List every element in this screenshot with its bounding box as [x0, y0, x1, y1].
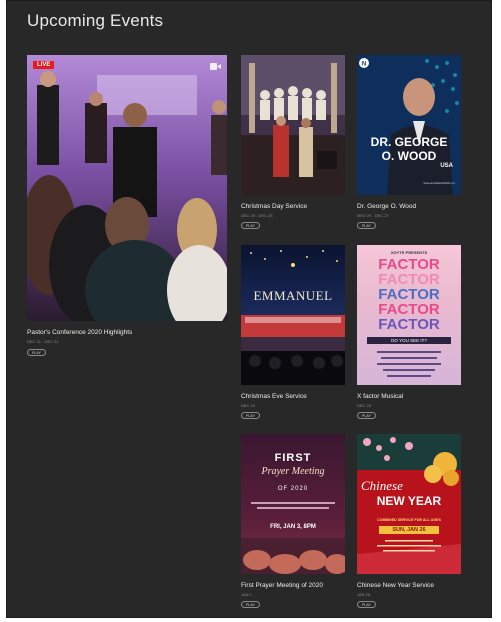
page-title: Upcoming Events	[27, 11, 164, 30]
poster-factor-2: FACTOR	[378, 271, 440, 288]
poster-name-line1: DR. GEORGE	[370, 135, 448, 149]
event-title[interactable]: Pastor's Conference 2020 Highlights	[27, 329, 132, 336]
event-date: DEC 21 - DEC 21	[27, 339, 59, 344]
event-thumbnail[interactable]: XOYTE PRESENTS FACTOR FACTOR FACTOR FACT…	[357, 245, 461, 385]
event-thumbnail[interactable]: EMMANUEL	[241, 245, 345, 385]
event-date: DEC 25 - DEC 25	[241, 213, 273, 218]
poster-factor-3: FACTOR	[378, 286, 440, 303]
play-button[interactable]: PLAY	[241, 601, 260, 608]
event-card-christmas-day[interactable]: Christmas Day Service DEC 25 - DEC 25 PL…	[241, 55, 345, 235]
event-card-christmas-eve[interactable]: EMMANUEL Christmas Eve Service DEC 24 PL…	[241, 245, 345, 425]
poster-header: XOYTE PRESENTS	[390, 250, 428, 255]
poster-url: www.anthekhe2020.xyz	[423, 181, 455, 185]
play-button[interactable]: PLAY	[357, 412, 376, 419]
play-button[interactable]: PLAY	[27, 349, 46, 356]
play-button[interactable]: PLAY	[241, 412, 260, 419]
svg-text:N: N	[362, 62, 366, 68]
event-card-chinese-new-year[interactable]: Chinese NEW YEAR COMBINED SERVICE FOR AL…	[357, 434, 461, 614]
event-title[interactable]: X factor Musical	[357, 393, 403, 400]
poster-factor-1: FACTOR	[378, 256, 440, 273]
event-card-x-factor[interactable]: XOYTE PRESENTS FACTOR FACTOR FACTOR FACT…	[357, 245, 461, 425]
event-thumbnail[interactable]: FIRST Prayer Meeting OF 2020 FRI, JAN 3,…	[241, 434, 345, 574]
event-thumbnail[interactable]	[241, 55, 345, 195]
event-title[interactable]: Christmas Day Service	[241, 203, 307, 210]
live-badge: LIVE	[33, 61, 55, 69]
event-title[interactable]: Chinese New Year Service	[357, 582, 434, 589]
event-title[interactable]: Christmas Eve Service	[241, 393, 307, 400]
event-date: JAN 1	[241, 592, 252, 597]
event-thumbnail[interactable]: N DR. GEORGE O. WOOD USA www.anthekhe202…	[357, 55, 461, 195]
event-thumbnail[interactable]: Chinese NEW YEAR COMBINED SERVICE FOR AL…	[357, 434, 461, 574]
event-card-prayer-meeting[interactable]: FIRST Prayer Meeting OF 2020 FRI, JAN 3,…	[241, 434, 345, 614]
poster-emmanuel: EMMANUEL	[253, 288, 333, 303]
poster-new-year: NEW YEAR	[376, 494, 442, 508]
poster-event-date: SUN, JAN 26	[379, 526, 439, 534]
event-date: DEC 24	[241, 403, 256, 408]
poster-factor-4: FACTOR	[378, 301, 440, 318]
poster-name-line2: O. WOOD	[381, 149, 437, 163]
event-title[interactable]: First Prayer Meeting of 2020	[241, 582, 323, 589]
event-title[interactable]: Dr. George O. Wood	[357, 203, 416, 210]
poster-chinese: Chinese	[361, 478, 403, 493]
featured-thumbnail[interactable]: LIVE	[27, 55, 227, 321]
featured-event-card[interactable]: LIVE Pastor's Conference 2020 Highlights…	[27, 55, 227, 363]
event-date: NOV 29 - DEC 27	[357, 213, 389, 218]
poster-country: USA	[440, 163, 453, 169]
poster-factor-5: FACTOR	[378, 316, 440, 333]
poster-prayer-meeting: Prayer Meeting	[261, 466, 325, 477]
events-panel: Upcoming Events LIVE Pastor's Conference…	[6, 0, 492, 618]
poster-tagline: DO YOU SEE IT?	[367, 337, 451, 344]
poster-year: OF 2020	[277, 486, 309, 492]
poster-event-date: FRI, JAN 3, 8PM	[270, 524, 316, 530]
event-card-george-wood[interactable]: N DR. GEORGE O. WOOD USA www.anthekhe202…	[357, 55, 461, 235]
event-date: DEC 29	[357, 403, 372, 408]
play-button[interactable]: PLAY	[241, 222, 260, 229]
poster-subtitle: COMBINED SERVICE FOR ALL AGES	[377, 518, 441, 522]
poster-first: FIRST	[274, 452, 312, 464]
play-button[interactable]: PLAY	[357, 222, 376, 229]
video-camera-icon	[210, 63, 221, 70]
event-date: JAN 26	[357, 592, 371, 597]
play-button[interactable]: PLAY	[357, 601, 376, 608]
